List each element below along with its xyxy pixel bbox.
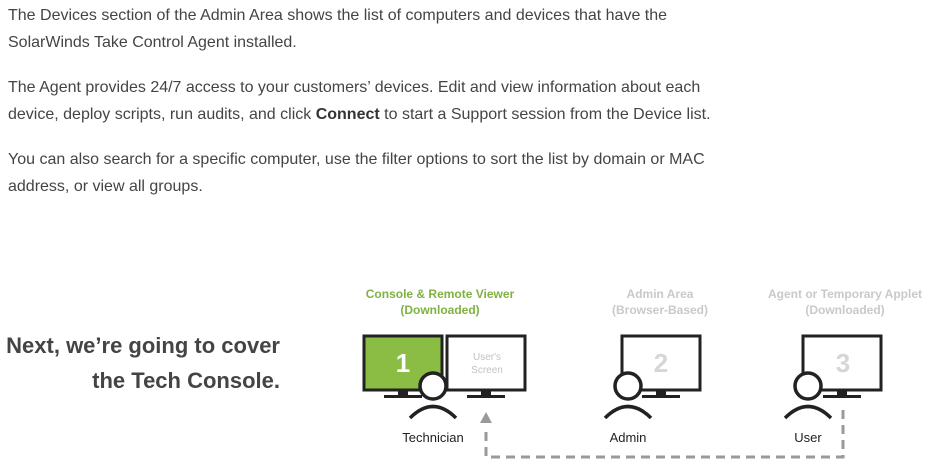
admin-label: Admin xyxy=(609,430,647,445)
screen-3-number: 3 xyxy=(836,348,850,378)
screen-2-number: 2 xyxy=(654,348,668,378)
screen-1-number: 1 xyxy=(396,348,410,378)
users-screen-line-2: Screen xyxy=(471,365,503,376)
users-screen-line-1: User's xyxy=(473,352,501,363)
technician-label: Technician xyxy=(402,430,464,445)
monitor-icon: User's Screen xyxy=(445,334,527,398)
arrow-up-icon xyxy=(480,412,492,423)
user-label: User xyxy=(794,430,822,445)
connection-diagram: 1 User's Screen 2 3 xyxy=(362,334,883,459)
